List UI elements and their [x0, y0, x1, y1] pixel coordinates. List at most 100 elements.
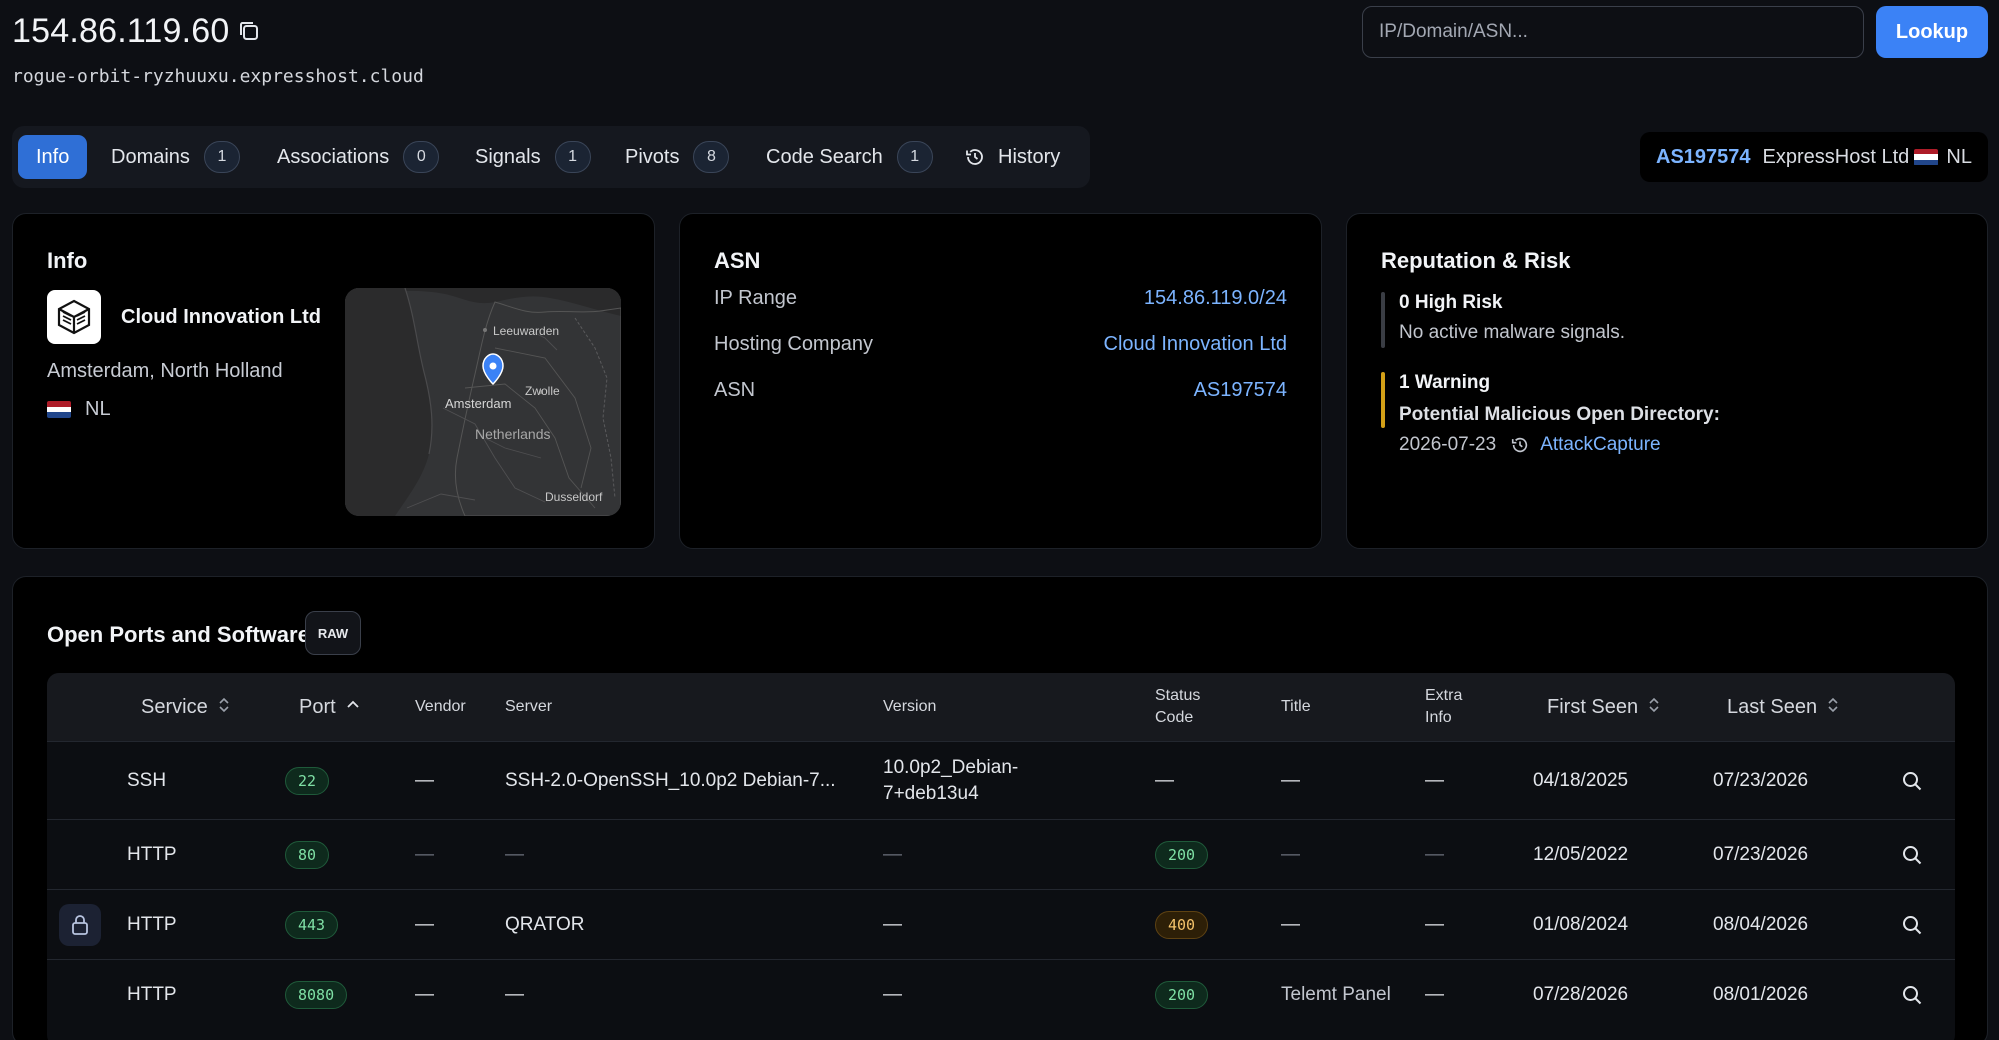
hostname: rogue-orbit-ryzhuuxu.expresshost.cloud: [12, 66, 424, 87]
server-cell: QRATOR: [505, 913, 585, 935]
hosting-company-row: Hosting Company Cloud Innovation Ltd: [714, 330, 1287, 358]
col-last-seen[interactable]: Last Seen: [1727, 673, 1839, 741]
sort-icon: [218, 696, 230, 719]
col-server: Server: [505, 698, 553, 715]
asn-link[interactable]: AS197574: [1194, 379, 1287, 402]
server-cell: —: [505, 843, 524, 865]
history-icon: [1510, 435, 1530, 455]
first-seen-cell: 01/08/2024: [1533, 913, 1629, 935]
card-title: Info: [47, 248, 88, 273]
col-extra-info: Extra Info: [1425, 673, 1462, 741]
reputation-risk-card: Reputation & Risk 0 High Risk No active …: [1346, 213, 1988, 549]
table-row[interactable]: HTTP 443 — QRATOR — 400 — — 01/08/2024 0…: [47, 889, 1955, 959]
map-label-dusseldorf: Dusseldorf: [545, 490, 603, 504]
sort-icon: [1827, 696, 1839, 719]
port-badge: 22: [285, 766, 330, 795]
ip-range-link[interactable]: 154.86.119.0/24: [1144, 287, 1287, 310]
location-text: Amsterdam, North Holland: [47, 360, 283, 382]
netherlands-flag-icon: [1914, 148, 1939, 166]
warning-detail: 2026-07-23 AttackCapture: [1399, 434, 1720, 456]
lookup-button[interactable]: Lookup: [1876, 6, 1988, 58]
warning-block: 1 Warning Potential Malicious Open Direc…: [1381, 372, 1720, 456]
first-seen-cell: 12/05/2022: [1533, 843, 1629, 865]
search-icon[interactable]: [1901, 890, 1923, 959]
tab-history[interactable]: History: [964, 135, 1060, 179]
col-label: Extra: [1425, 687, 1463, 704]
port-badge: 8080: [285, 980, 348, 1009]
asn-summary: AS197574 ExpressHost Ltd NL: [1640, 132, 1988, 182]
tab-domains[interactable]: Domains 1: [111, 135, 240, 179]
version-cell: 10.0p2_Debian- 7+deb13u4: [883, 742, 1018, 819]
tab-code-search[interactable]: Code Search 1: [766, 135, 933, 179]
table-header: Service Port Vendor Server Version Statu…: [47, 673, 1955, 741]
col-vendor: Vendor: [415, 698, 466, 715]
col-label: Service: [141, 696, 208, 718]
asn-card: ASN IP Range 154.86.119.0/24 Hosting Com…: [679, 213, 1322, 549]
status-badge: 200: [1155, 840, 1209, 869]
table-row[interactable]: HTTP 80 — — — 200 — — 12/05/2022 07/23/2…: [47, 819, 1955, 889]
tab-signals[interactable]: Signals 1: [475, 135, 591, 179]
last-seen-cell: 08/04/2026: [1713, 913, 1809, 935]
count-badge: 0: [403, 141, 440, 173]
signal-source-link[interactable]: AttackCapture: [1540, 434, 1660, 456]
country-code: NL: [85, 398, 111, 420]
tab-info[interactable]: Info: [18, 135, 88, 179]
ip-range-row: IP Range 154.86.119.0/24: [714, 284, 1287, 312]
col-port[interactable]: Port: [299, 673, 360, 741]
asn-link[interactable]: AS197574: [1656, 146, 1751, 169]
tab-label: Signals: [475, 145, 541, 168]
server-cell: SSH-2.0-OpenSSH_10.0p2 Debian-7...: [505, 769, 836, 791]
col-label: Info: [1425, 709, 1452, 726]
ip-address-title: 154.86.119.60: [12, 12, 230, 50]
table-row[interactable]: HTTP 8080 — — — 200 Telemt Panel — 07/28…: [47, 959, 1955, 1029]
lock-icon[interactable]: [59, 903, 101, 946]
location-map[interactable]: Leeuwarden Zwolle Amsterdam Netherlands …: [345, 288, 621, 516]
card-title: ASN: [714, 248, 761, 273]
col-label: Port: [299, 696, 336, 718]
map-label-amsterdam: Amsterdam: [445, 396, 512, 411]
vendor-cell: —: [415, 843, 434, 865]
tab-label: Pivots: [625, 145, 680, 168]
search-icon[interactable]: [1901, 960, 1923, 1029]
map-label-leeuwarden: Leeuwarden: [493, 324, 560, 338]
col-version: Version: [883, 698, 937, 715]
hosting-company-link[interactable]: Cloud Innovation Ltd: [1104, 333, 1287, 356]
search-input[interactable]: [1362, 6, 1864, 58]
asn-row: ASN AS197574: [714, 376, 1287, 404]
service-cell: HTTP: [127, 913, 177, 935]
last-seen-cell: 08/01/2026: [1713, 983, 1809, 1005]
tab-associations[interactable]: Associations 0: [277, 135, 440, 179]
col-label: Status: [1155, 687, 1201, 704]
search-icon[interactable]: [1901, 742, 1923, 819]
asn-provider-name: ExpressHost Ltd: [1762, 145, 1910, 168]
tab-label: Info: [36, 145, 70, 168]
high-risk-text: No active malware signals.: [1399, 322, 1625, 343]
service-cell: SSH: [127, 769, 167, 791]
raw-button[interactable]: RAW: [305, 611, 361, 655]
col-title: Title: [1281, 698, 1311, 715]
status-badge: 200: [1155, 980, 1209, 1009]
port-badge: 80: [285, 840, 330, 869]
count-badge: 1: [203, 141, 240, 173]
col-first-seen[interactable]: First Seen: [1547, 673, 1660, 741]
extra-info-cell: —: [1425, 983, 1444, 1005]
first-seen-cell: 04/18/2025: [1533, 769, 1629, 791]
section-title: Open Ports and Software: [47, 622, 310, 647]
ports-table: Service Port Vendor Server Version Statu…: [47, 673, 1955, 1040]
extra-info-cell: —: [1425, 769, 1444, 791]
tab-bar: Info Domains 1 Associations 0 Signals 1 …: [12, 126, 1090, 188]
tab-label: Code Search: [766, 145, 883, 168]
history-icon: [964, 146, 986, 168]
warning-indicator-bar: [1381, 372, 1385, 428]
copy-icon[interactable]: [236, 18, 262, 44]
server-cell: —: [505, 983, 524, 1005]
tab-pivots[interactable]: Pivots 8: [625, 135, 730, 179]
service-cell: HTTP: [127, 843, 177, 865]
table-row[interactable]: SSH 22 — SSH-2.0-OpenSSH_10.0p2 Debian-7…: [47, 741, 1955, 819]
sort-icon: [1648, 696, 1660, 719]
version-cell: —: [883, 843, 902, 865]
last-seen-cell: 07/23/2026: [1713, 769, 1809, 791]
search-icon[interactable]: [1901, 820, 1923, 889]
count-badge: 1: [896, 141, 933, 173]
col-service[interactable]: Service: [141, 673, 230, 741]
